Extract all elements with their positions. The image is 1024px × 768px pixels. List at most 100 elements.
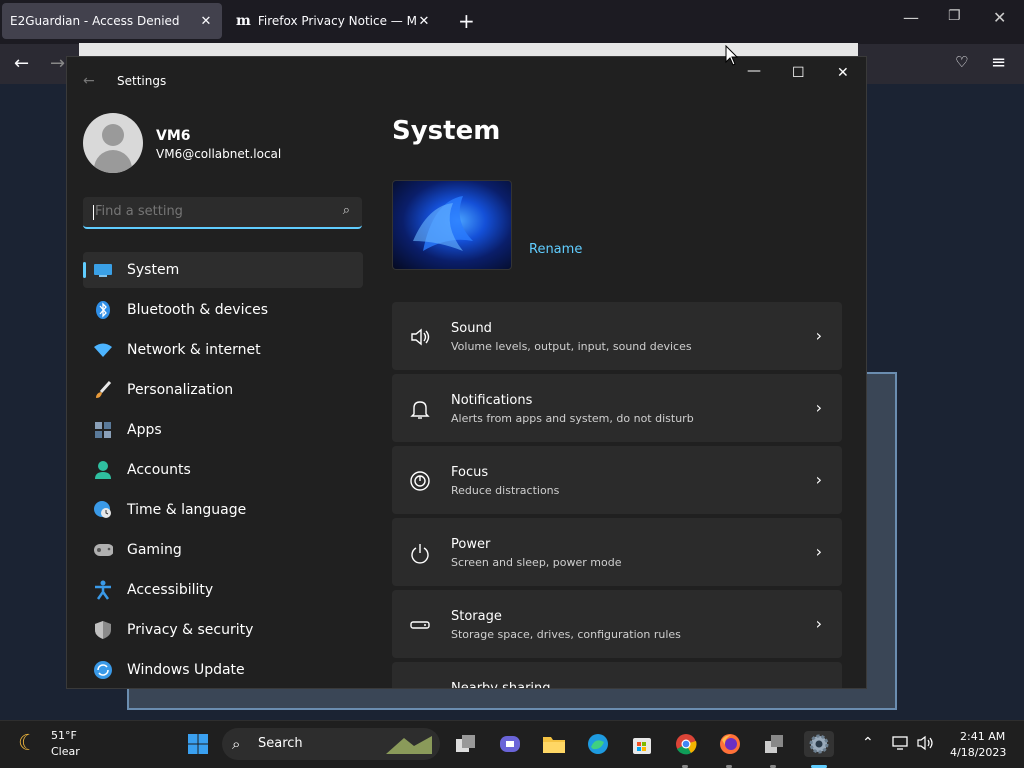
accessibility-icon bbox=[93, 580, 113, 600]
search-box[interactable]: ⌕ bbox=[83, 197, 362, 229]
sidebar-item-apps[interactable]: Apps bbox=[83, 412, 363, 448]
card-power[interactable]: Power Screen and sleep, power mode › bbox=[392, 518, 842, 586]
card-subtitle: Reduce distractions bbox=[451, 484, 560, 497]
sidebar-item-label: Gaming bbox=[127, 542, 182, 558]
sidebar-item-label: Windows Update bbox=[127, 662, 245, 678]
teams-chat-icon[interactable] bbox=[497, 731, 523, 757]
sidebar-item-label: Accounts bbox=[127, 462, 191, 478]
wifi-icon bbox=[93, 340, 113, 360]
chrome-icon[interactable] bbox=[673, 731, 699, 757]
card-nearby-sharing[interactable]: Nearby sharing bbox=[392, 662, 842, 689]
card-title: Storage bbox=[451, 609, 502, 624]
chevron-right-icon: › bbox=[815, 614, 822, 633]
windows-start-icon[interactable] bbox=[185, 731, 211, 757]
search-input[interactable] bbox=[93, 203, 327, 220]
maximize-icon[interactable]: ☐ bbox=[792, 65, 805, 81]
settings-gear-icon[interactable] bbox=[804, 731, 834, 757]
taskbar: ☾ 51°F Clear ⌕ Search ⌃ 2:41 AM 4/18/202… bbox=[0, 720, 1024, 768]
clock-time[interactable]: 2:41 AM bbox=[960, 730, 1005, 743]
gamepad-icon bbox=[93, 540, 113, 560]
close-icon[interactable]: ✕ bbox=[416, 14, 432, 29]
microsoft-store-icon[interactable] bbox=[629, 731, 655, 757]
sidebar-item-label: System bbox=[127, 262, 180, 278]
tab-title: E2Guardian - Access Denied bbox=[10, 14, 180, 28]
card-title: Power bbox=[451, 537, 491, 552]
sidebar-item-system[interactable]: System bbox=[83, 252, 363, 288]
tab-e2guardian[interactable]: E2Guardian - Access Denied ✕ bbox=[2, 3, 222, 39]
taskbar-search[interactable]: ⌕ Search bbox=[222, 728, 440, 760]
sidebar-item-accounts[interactable]: Accounts bbox=[83, 452, 363, 488]
chevron-up-icon[interactable]: ⌃ bbox=[862, 735, 874, 751]
close-window-icon[interactable]: ✕ bbox=[993, 8, 1006, 27]
chevron-right-icon: › bbox=[815, 398, 822, 417]
remote-desktop-icon[interactable] bbox=[761, 731, 787, 757]
card-notifications[interactable]: Notifications Alerts from apps and syste… bbox=[392, 374, 842, 442]
speaker-icon bbox=[409, 326, 431, 348]
mouse-cursor-icon bbox=[725, 45, 739, 66]
sidebar-item-accessibility[interactable]: Accessibility bbox=[83, 572, 363, 608]
edge-icon[interactable] bbox=[585, 731, 611, 757]
card-subtitle: Alerts from apps and system, do not dist… bbox=[451, 412, 694, 425]
menu-icon[interactable]: ≡ bbox=[991, 52, 1006, 73]
tab-title: Firefox Privacy Notice — Mozill bbox=[257, 14, 416, 28]
shield-icon bbox=[93, 620, 113, 640]
file-explorer-icon[interactable] bbox=[541, 731, 567, 757]
new-tab-icon[interactable]: + bbox=[458, 10, 475, 32]
card-storage[interactable]: Storage Storage space, drives, configura… bbox=[392, 590, 842, 658]
sidebar-item-bluetooth[interactable]: Bluetooth & devices bbox=[83, 292, 363, 328]
sidebar-item-label: Time & language bbox=[127, 502, 247, 518]
sidebar-item-label: Personalization bbox=[127, 382, 234, 398]
page-title: System bbox=[392, 116, 501, 146]
search-highlight-icon bbox=[386, 736, 432, 754]
minimize-icon[interactable]: — bbox=[747, 63, 761, 79]
chevron-right-icon: › bbox=[815, 326, 822, 345]
chevron-right-icon: › bbox=[815, 470, 822, 489]
brush-icon bbox=[93, 380, 113, 400]
user-email: VM6@collabnet.local bbox=[156, 147, 282, 161]
bell-icon bbox=[409, 398, 431, 420]
close-icon[interactable]: ✕ bbox=[837, 65, 849, 81]
person-icon bbox=[93, 460, 113, 480]
clock-date[interactable]: 4/18/2023 bbox=[950, 746, 1006, 759]
back-arrow-icon[interactable]: ← bbox=[83, 73, 95, 89]
browser-tab-bar: E2Guardian - Access Denied ✕ m Firefox P… bbox=[0, 0, 1024, 44]
card-sound[interactable]: Sound Volume levels, output, input, soun… bbox=[392, 302, 842, 370]
forward-icon[interactable]: → bbox=[50, 53, 65, 74]
weather-temperature: 51°F bbox=[51, 729, 77, 742]
moon-icon[interactable]: ☾ bbox=[18, 731, 38, 756]
minimize-icon[interactable]: — bbox=[903, 8, 919, 27]
task-view-icon[interactable] bbox=[453, 731, 479, 757]
restore-icon[interactable]: ❐ bbox=[948, 8, 961, 24]
weather-condition: Clear bbox=[51, 745, 80, 758]
power-icon bbox=[409, 542, 431, 564]
apps-icon bbox=[93, 420, 113, 440]
sidebar-item-network[interactable]: Network & internet bbox=[83, 332, 363, 368]
back-icon[interactable]: ← bbox=[14, 53, 29, 74]
sidebar-item-privacy-security[interactable]: Privacy & security bbox=[83, 612, 363, 648]
wallpaper-thumbnail bbox=[392, 180, 512, 270]
search-icon[interactable]: ⌕ bbox=[343, 203, 350, 218]
firefox-icon[interactable] bbox=[717, 731, 743, 757]
rename-link[interactable]: Rename bbox=[529, 242, 582, 257]
chevron-right-icon: › bbox=[815, 542, 822, 561]
sidebar-item-time-language[interactable]: Time & language bbox=[83, 492, 363, 528]
card-focus[interactable]: Focus Reduce distractions › bbox=[392, 446, 842, 514]
close-icon[interactable]: ✕ bbox=[198, 14, 214, 29]
card-title: Nearby sharing bbox=[451, 681, 551, 689]
card-subtitle: Storage space, drives, configuration rul… bbox=[451, 628, 681, 641]
sidebar-item-personalization[interactable]: Personalization bbox=[83, 372, 363, 408]
volume-icon[interactable] bbox=[916, 735, 934, 755]
text-caret bbox=[93, 205, 94, 220]
focus-icon bbox=[409, 470, 431, 492]
sidebar-item-label: Network & internet bbox=[127, 342, 261, 358]
sidebar-item-windows-update[interactable]: Windows Update bbox=[83, 652, 363, 688]
sidebar-item-gaming[interactable]: Gaming bbox=[83, 532, 363, 568]
search-icon: ⌕ bbox=[232, 735, 241, 753]
network-icon[interactable] bbox=[892, 735, 908, 755]
avatar[interactable] bbox=[83, 113, 143, 173]
settings-window: ← Settings — ☐ ✕ VM6 VM6@collabnet.local… bbox=[66, 56, 867, 689]
monitor-icon bbox=[93, 260, 113, 280]
tab-firefox-privacy[interactable]: m Firefox Privacy Notice — Mozill ✕ bbox=[228, 3, 440, 39]
pocket-icon[interactable]: ♡ bbox=[955, 53, 968, 71]
share-icon bbox=[409, 686, 431, 688]
